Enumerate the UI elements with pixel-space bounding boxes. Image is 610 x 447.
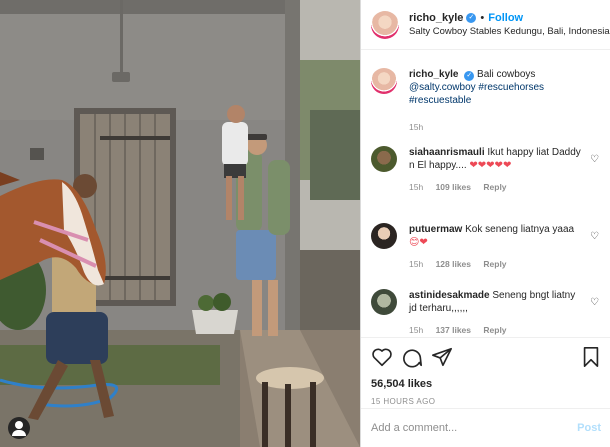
commenter-avatar[interactable]: [371, 289, 397, 315]
caption-username[interactable]: richo_kyle: [409, 69, 458, 80]
post-location[interactable]: Salty Cowboy Stables Kedungu, Bali, Indo…: [409, 25, 610, 39]
post-actions: 56,504 likes 15 HOURS AGO: [361, 337, 610, 406]
comment-like-heart-icon[interactable]: ♡: [590, 154, 599, 165]
comment-username[interactable]: astinidesakmade: [409, 290, 490, 301]
post-timestamp[interactable]: 15 HOURS AGO: [371, 397, 601, 406]
post-header: richo_kyle ✓ • Follow Salty Cowboy Stabl…: [361, 0, 610, 50]
reply-button[interactable]: Reply: [483, 259, 506, 269]
separator-dot: •: [480, 11, 485, 24]
caption: richo_kyle ✓ Bali cowboys @salty.cowboy …: [371, 68, 603, 134]
comment-like-heart-icon[interactable]: ♡: [590, 297, 599, 308]
comment-item: astinidesakmade Seneng bngt liatny jd te…: [371, 289, 603, 336]
caption-avatar[interactable]: [371, 68, 397, 94]
comment-bubble-icon[interactable]: [401, 346, 423, 368]
follow-button[interactable]: Follow: [488, 11, 523, 25]
share-send-icon[interactable]: [431, 346, 453, 368]
tagged-user-icon[interactable]: [8, 417, 30, 439]
comment-username[interactable]: siahaanrismauli: [409, 147, 485, 158]
comment-likes[interactable]: 109 likes: [436, 182, 471, 192]
commenter-avatar[interactable]: [371, 223, 397, 249]
comment-text: Kok seneng liatnya yaaa: [465, 224, 575, 235]
instagram-post: richo_kyle ✓ • Follow Salty Cowboy Stabl…: [0, 0, 610, 447]
comments-list[interactable]: richo_kyle ✓ Bali cowboys @salty.cowboy …: [361, 60, 610, 336]
comment-likes[interactable]: 137 likes: [436, 325, 471, 335]
comment-time[interactable]: 15h: [409, 182, 423, 192]
comment-time[interactable]: 15h: [409, 325, 423, 335]
save-bookmark-icon[interactable]: [581, 346, 601, 368]
caption-text: Bali cowboys: [477, 69, 536, 80]
commenter-avatar[interactable]: [371, 146, 397, 172]
post-photo[interactable]: [0, 0, 360, 447]
post-sidebar: richo_kyle ✓ • Follow Salty Cowboy Stabl…: [360, 0, 610, 447]
comment-emoji: 😊❤: [409, 237, 428, 248]
author-username[interactable]: richo_kyle: [409, 11, 463, 25]
comment-item: putuermaw Kok seneng liatnya yaaa 😊❤ 15h…: [371, 223, 603, 271]
author-avatar[interactable]: [371, 10, 399, 39]
like-heart-icon[interactable]: [371, 346, 393, 368]
comment-item: siahaanrismauli Ikut happy liat Daddy n …: [371, 146, 603, 194]
caption-tags[interactable]: @salty.cowboy #rescuehorses #rescuestabl…: [409, 82, 544, 106]
verified-badge-icon: ✓: [466, 12, 477, 23]
comment-emoji: ❤❤❤❤❤: [469, 160, 512, 171]
post-comment-button[interactable]: Post: [577, 422, 601, 434]
reply-button[interactable]: Reply: [483, 182, 506, 192]
likes-count[interactable]: 56,504 likes: [371, 378, 601, 390]
add-comment-input[interactable]: [371, 422, 561, 434]
comment-time[interactable]: 15h: [409, 259, 423, 269]
caption-time[interactable]: 15h: [409, 122, 423, 132]
add-comment-bar: Post: [361, 408, 610, 447]
comment-like-heart-icon[interactable]: ♡: [590, 231, 599, 242]
reply-button[interactable]: Reply: [483, 325, 506, 335]
comment-likes[interactable]: 128 likes: [436, 259, 471, 269]
verified-badge-icon: ✓: [464, 71, 475, 81]
photo-illustration: [0, 0, 360, 447]
comment-username[interactable]: putuermaw: [409, 224, 462, 235]
